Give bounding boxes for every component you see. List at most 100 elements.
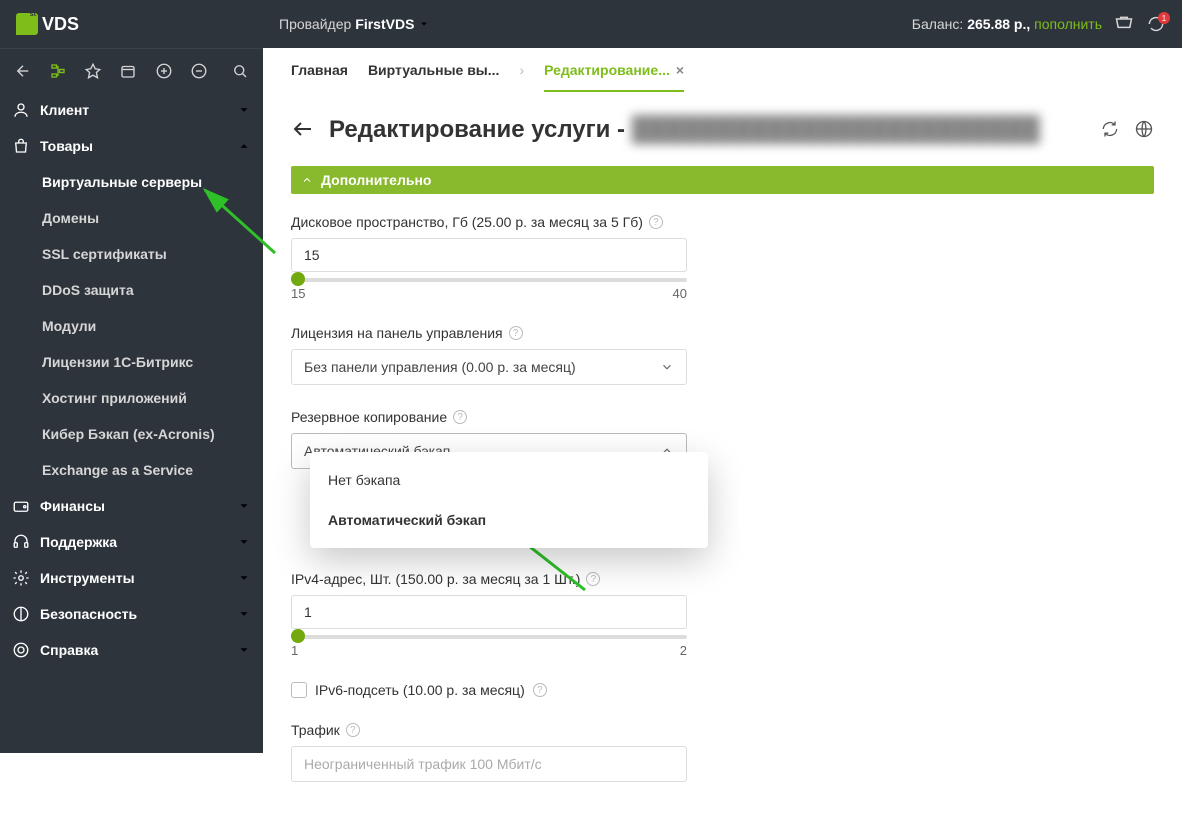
cart-icon[interactable] <box>1114 14 1134 34</box>
traffic-label: Трафик <box>291 722 340 738</box>
close-tab-icon[interactable]: × <box>676 62 684 78</box>
sidebar-item-bitrix[interactable]: Лицензии 1С-Битрикс <box>0 344 263 380</box>
chevron-down-icon <box>237 103 251 117</box>
ipv4-max: 2 <box>680 643 687 658</box>
notifications-icon[interactable]: 1 <box>1146 14 1166 34</box>
shield-icon <box>12 605 30 623</box>
sidebar-item-domains[interactable]: Домены <box>0 200 263 236</box>
sidebar-group-security[interactable]: Безопасность <box>0 596 263 632</box>
wallet-icon <box>12 497 30 515</box>
disk-slider[interactable] <box>291 278 687 282</box>
field-disk: Дисковое пространство, Гб (25.00 р. за м… <box>291 214 1057 301</box>
backup-option-none[interactable]: Нет бэкапа <box>310 460 708 500</box>
sidebar-group-finance[interactable]: Финансы <box>0 488 263 524</box>
ipv4-slider[interactable] <box>291 635 687 639</box>
sidebar-label: Клиент <box>40 102 89 118</box>
help-icon[interactable]: ? <box>649 215 663 229</box>
chevron-down-icon <box>237 571 251 585</box>
provider-name: FirstVDS <box>355 16 414 32</box>
backup-option-auto[interactable]: Автоматический бэкап <box>310 500 708 540</box>
main-content: Главная Виртуальные вы... › Редактирован… <box>263 48 1182 753</box>
sidebar-item-app-hosting[interactable]: Хостинг приложений <box>0 380 263 416</box>
star-icon[interactable] <box>81 58 106 84</box>
disk-value-input[interactable]: 15 <box>291 238 687 272</box>
app-header: VDS Провайдер FirstVDS Баланс: 265.88 р.… <box>0 0 1182 48</box>
user-icon <box>12 101 30 119</box>
help-icon[interactable]: ? <box>509 326 523 340</box>
sidebar-item-exchange[interactable]: Exchange as a Service <box>0 452 263 488</box>
disk-label: Дисковое пространство, Гб (25.00 р. за м… <box>291 214 643 230</box>
field-traffic: Трафик ? Неограниченный трафик 100 Мбит/… <box>291 722 1057 782</box>
topup-link[interactable]: пополнить <box>1034 16 1102 32</box>
sidebar-item-modules[interactable]: Модули <box>0 308 263 344</box>
logo[interactable]: VDS <box>16 13 79 35</box>
sidebar-label: Инструменты <box>40 570 135 586</box>
help-icon[interactable]: ? <box>586 572 600 586</box>
chevron-up-icon <box>301 174 313 186</box>
provider-selector[interactable]: Провайдер FirstVDS <box>279 16 430 32</box>
ipv6-label: IPv6-подсеть (10.00 р. за месяц) <box>315 682 525 698</box>
field-ipv6: IPv6-подсеть (10.00 р. за месяц) ? <box>291 682 1057 698</box>
help-icon[interactable]: ? <box>533 683 547 697</box>
plus-icon[interactable] <box>151 58 176 84</box>
balance-area: Баланс: 265.88 р., пополнить 1 <box>912 14 1166 34</box>
headset-icon <box>12 533 30 551</box>
globe-icon[interactable] <box>1134 119 1154 142</box>
disk-min: 15 <box>291 286 305 301</box>
sidebar: Клиент Товары Виртуальные серверы Домены… <box>0 48 263 753</box>
back-arrow-icon[interactable] <box>291 117 315 144</box>
ipv4-label: IPv4-адрес, Шт. (150.00 р. за месяц за 1… <box>291 571 580 587</box>
balance-value: 265.88 р., <box>967 16 1030 32</box>
sidebar-group-help[interactable]: Справка <box>0 632 263 668</box>
tab-virtual-servers[interactable]: Виртуальные вы... <box>368 48 500 92</box>
chevron-down-icon <box>237 499 251 513</box>
ipv4-min: 1 <box>291 643 298 658</box>
refresh-icon[interactable] <box>1100 119 1120 142</box>
backup-label: Резервное копирование <box>291 409 447 425</box>
sidebar-group-tools[interactable]: Инструменты <box>0 560 263 596</box>
ipv4-value-input[interactable]: 1 <box>291 595 687 629</box>
logo-mark-icon <box>16 13 38 35</box>
license-label: Лицензия на панель управления <box>291 325 503 341</box>
sidebar-label: Поддержка <box>40 534 117 550</box>
field-license: Лицензия на панель управления ? Без пане… <box>291 325 1057 385</box>
chevron-down-icon <box>237 607 251 621</box>
chevron-down-icon <box>237 643 251 657</box>
breadcrumb-separator: › <box>519 62 524 78</box>
help-icon[interactable]: ? <box>453 410 467 424</box>
field-ipv4: IPv4-адрес, Шт. (150.00 р. за месяц за 1… <box>291 571 1057 658</box>
traffic-select[interactable]: Неограниченный трафик 100 Мбит/c <box>291 746 687 782</box>
section-title: Дополнительно <box>321 172 431 188</box>
sidebar-label: Безопасность <box>40 606 137 622</box>
gear-icon <box>12 569 30 587</box>
sidebar-group-client[interactable]: Клиент <box>0 92 263 128</box>
sidebar-item-virtual-servers[interactable]: Виртуальные серверы <box>0 164 263 200</box>
chevron-down-icon <box>418 18 430 30</box>
sidebar-toolbar <box>0 48 263 92</box>
search-icon[interactable] <box>228 58 253 84</box>
provider-prefix: Провайдер <box>279 16 351 32</box>
sidebar-item-cyber-backup[interactable]: Кибер Бэкап (ex-Acronis) <box>0 416 263 452</box>
tab-editing[interactable]: Редактирование... × <box>544 48 684 92</box>
disk-max: 40 <box>673 286 687 301</box>
back-icon[interactable] <box>10 58 35 84</box>
chevron-down-icon <box>237 535 251 549</box>
sidebar-label: Справка <box>40 642 98 658</box>
tree-icon[interactable] <box>45 58 70 84</box>
license-select[interactable]: Без панели управления (0.00 р. за месяц) <box>291 349 687 385</box>
chevron-down-icon <box>660 360 674 374</box>
section-header[interactable]: Дополнительно <box>291 166 1154 194</box>
page-title: Редактирование услуги - ████████████████… <box>329 116 1040 144</box>
help-icon[interactable]: ? <box>346 723 360 737</box>
service-name-redacted: ████████████████████████ <box>632 116 1040 143</box>
calendar-icon[interactable] <box>116 58 141 84</box>
logo-text: VDS <box>42 14 79 35</box>
ipv6-checkbox[interactable] <box>291 682 307 698</box>
minus-icon[interactable] <box>186 58 211 84</box>
tab-main[interactable]: Главная <box>291 48 348 92</box>
sidebar-label: Финансы <box>40 498 105 514</box>
sidebar-group-support[interactable]: Поддержка <box>0 524 263 560</box>
sidebar-group-products[interactable]: Товары <box>0 128 263 164</box>
sidebar-item-ddos[interactable]: DDoS защита <box>0 272 263 308</box>
sidebar-item-ssl[interactable]: SSL сертификаты <box>0 236 263 272</box>
